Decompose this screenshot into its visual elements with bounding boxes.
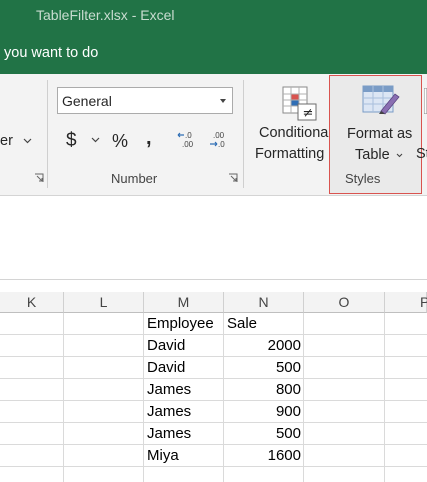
cell-employee[interactable]: David	[144, 335, 224, 357]
number-group-label: Number	[111, 171, 158, 186]
cell-employee[interactable]: James	[144, 379, 224, 401]
svg-text:.00: .00	[182, 140, 194, 149]
alignment-dialog-launcher-icon[interactable]	[34, 173, 44, 183]
cell-employee[interactable]: James	[144, 423, 224, 445]
formula-bar-area	[0, 197, 427, 280]
conditional-formatting-button[interactable]: ≠ Conditional Formatting	[252, 82, 340, 168]
column-header-n[interactable]: N	[224, 292, 304, 313]
title-bar: TableFilter.xlsx - Excel	[0, 0, 427, 32]
cell-sale[interactable]: 2000	[224, 335, 304, 357]
group-separator	[47, 80, 48, 188]
conditional-formatting-line1: Conditional	[259, 125, 332, 141]
wrap-merge-partial-label[interactable]: er	[0, 133, 13, 149]
caret-down-icon	[220, 99, 226, 103]
svg-text:.0: .0	[218, 140, 225, 149]
column-header-o[interactable]: O	[304, 292, 385, 313]
cell-sale[interactable]: 800	[224, 379, 304, 401]
cell-styles-partial-label: St	[416, 146, 427, 162]
column-header-p[interactable]: P	[385, 292, 427, 313]
svg-text:.00: .00	[213, 131, 225, 140]
format-as-table-icon	[362, 85, 400, 115]
column-header-l[interactable]: L	[64, 292, 144, 313]
conditional-formatting-line2: Formatting	[255, 146, 325, 162]
column-header-m[interactable]: M	[144, 292, 224, 313]
number-format-value: General	[62, 93, 112, 109]
format-as-table-line2: Table	[355, 147, 390, 163]
group-separator	[243, 80, 244, 188]
column-header-k[interactable]: K	[0, 292, 64, 313]
cell-sale[interactable]: 500	[224, 357, 304, 379]
cell-sale[interactable]: 1600	[224, 445, 304, 467]
cell-employee[interactable]: James	[144, 401, 224, 423]
cell-sale[interactable]: 900	[224, 401, 304, 423]
format-as-table-line1: Format as	[347, 126, 413, 142]
cell-sale[interactable]: 500	[224, 423, 304, 445]
tell-me-bar[interactable]: you want to do	[0, 32, 427, 74]
number-dialog-launcher-icon[interactable]	[228, 173, 238, 183]
grid-line	[384, 313, 385, 482]
cell-employee[interactable]: Miya	[144, 445, 224, 467]
increase-decimal-icon[interactable]: .0 .00	[177, 130, 199, 150]
ribbon-home: er General $ % , .0 .00 .00 .0 Number ≠ …	[0, 74, 427, 196]
window-title: TableFilter.xlsx - Excel	[36, 7, 175, 23]
svg-text:≠: ≠	[303, 106, 314, 121]
conditional-formatting-icon: ≠	[282, 86, 317, 121]
chevron-down-icon[interactable]	[91, 137, 100, 143]
cell-m-employee-header[interactable]: Employee	[144, 313, 224, 335]
tell-me-input[interactable]: you want to do	[4, 45, 98, 61]
grid-line	[63, 313, 64, 482]
percent-style-button[interactable]: %	[112, 131, 128, 152]
number-format-dropdown[interactable]: General	[57, 87, 233, 114]
styles-group-label: Styles	[345, 171, 381, 186]
chevron-down-icon[interactable]	[23, 138, 32, 144]
cell-n-sale-header[interactable]: Sale	[224, 313, 304, 335]
cell-employee[interactable]: David	[144, 357, 224, 379]
accounting-format-button[interactable]: $	[66, 130, 77, 152]
comma-style-button[interactable]: ,	[146, 127, 152, 150]
decrease-decimal-icon[interactable]: .00 .0	[208, 130, 230, 150]
cell-styles-button[interactable]: St	[412, 82, 427, 168]
svg-text:.0: .0	[185, 131, 192, 140]
chevron-down-icon	[396, 153, 403, 158]
